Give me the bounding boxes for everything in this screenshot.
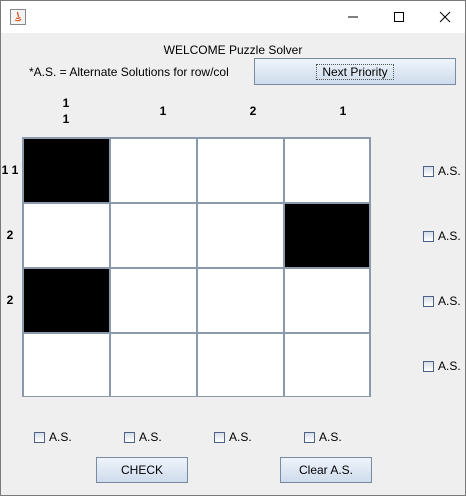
grid-cell-r1-c3[interactable] bbox=[197, 138, 284, 203]
column-clue-3: 2 bbox=[238, 103, 268, 119]
next-priority-button[interactable]: Next Priority bbox=[254, 58, 456, 85]
column-clue-1-num-2: 1 bbox=[62, 112, 70, 126]
column-clue-2-num-1: 1 bbox=[159, 104, 167, 118]
grid-cell-r1-c1[interactable] bbox=[23, 138, 110, 203]
grid-cell-r1-c2[interactable] bbox=[110, 138, 197, 203]
col-2-alt-solution-checkbox[interactable]: A.S. bbox=[124, 430, 162, 444]
checkbox-label: A.S. bbox=[229, 430, 252, 444]
row-clue-2: 2 bbox=[6, 228, 14, 242]
column-clue-4-num-1: 1 bbox=[339, 104, 347, 118]
column-clue-2: 1 bbox=[148, 103, 178, 119]
clear-button-label: Clear A.S. bbox=[298, 463, 354, 477]
checkbox-box[interactable] bbox=[423, 295, 434, 307]
grid-cell-r2-c3[interactable] bbox=[197, 203, 284, 268]
check-button[interactable]: CHECK bbox=[96, 457, 188, 483]
clear-alt-solutions-button[interactable]: Clear A.S. bbox=[280, 457, 372, 483]
row-4-alt-solution-checkbox[interactable]: A.S. bbox=[423, 359, 461, 373]
checkbox-label: A.S. bbox=[438, 359, 461, 373]
checkbox-box[interactable] bbox=[304, 431, 315, 443]
row-clue-1: 1 1 bbox=[1, 163, 19, 177]
maximize-button[interactable] bbox=[376, 1, 422, 33]
puzzle-grid bbox=[22, 137, 371, 397]
legend-text: *A.S. = Alternate Solutions for row/col bbox=[29, 65, 229, 79]
col-3-alt-solution-checkbox[interactable]: A.S. bbox=[214, 430, 252, 444]
page-title: WELCOME Puzzle Solver bbox=[163, 43, 303, 57]
grid-cell-r4-c2[interactable] bbox=[110, 333, 197, 397]
java-app-icon bbox=[10, 9, 26, 25]
checkbox-label: A.S. bbox=[49, 430, 72, 444]
row-clue-3: 2 bbox=[6, 293, 14, 307]
checkbox-box[interactable] bbox=[124, 431, 135, 443]
close-button[interactable] bbox=[422, 1, 466, 33]
next-priority-label: Next Priority bbox=[316, 63, 394, 80]
grid-cell-r2-c2[interactable] bbox=[110, 203, 197, 268]
column-clue-1: 1 1 bbox=[51, 95, 81, 127]
grid-cell-r4-c4[interactable] bbox=[284, 333, 370, 397]
checkbox-label: A.S. bbox=[139, 430, 162, 444]
checkbox-label: A.S. bbox=[438, 294, 461, 308]
column-clue-3-num-1: 2 bbox=[249, 104, 257, 118]
grid-cell-r3-c2[interactable] bbox=[110, 268, 197, 333]
checkbox-box[interactable] bbox=[423, 165, 434, 177]
row-3-alt-solution-checkbox[interactable]: A.S. bbox=[423, 294, 461, 308]
col-4-alt-solution-checkbox[interactable]: A.S. bbox=[304, 430, 342, 444]
grid-cell-r4-c3[interactable] bbox=[197, 333, 284, 397]
maximize-icon bbox=[394, 12, 404, 22]
checkbox-box[interactable] bbox=[423, 230, 434, 242]
grid-cell-r3-c1[interactable] bbox=[23, 268, 110, 333]
checkbox-label: A.S. bbox=[319, 430, 342, 444]
col-1-alt-solution-checkbox[interactable]: A.S. bbox=[34, 430, 72, 444]
checkbox-box[interactable] bbox=[214, 431, 225, 443]
checkbox-label: A.S. bbox=[438, 164, 461, 178]
grid-cell-r4-c1[interactable] bbox=[23, 333, 110, 397]
row-1-alt-solution-checkbox[interactable]: A.S. bbox=[423, 164, 461, 178]
column-clue-1-num-1: 1 bbox=[62, 96, 70, 110]
grid-cell-r3-c4[interactable] bbox=[284, 268, 370, 333]
grid-cell-r3-c3[interactable] bbox=[197, 268, 284, 333]
minimize-button[interactable] bbox=[330, 1, 376, 33]
row-2-alt-solution-checkbox[interactable]: A.S. bbox=[423, 229, 461, 243]
checkbox-box[interactable] bbox=[423, 360, 434, 372]
title-bar bbox=[1, 1, 465, 33]
check-button-label: CHECK bbox=[120, 463, 163, 477]
checkbox-box[interactable] bbox=[34, 431, 45, 443]
grid-cell-r2-c1[interactable] bbox=[23, 203, 110, 268]
checkbox-label: A.S. bbox=[438, 229, 461, 243]
grid-cell-r2-c4[interactable] bbox=[284, 203, 370, 268]
grid-cell-r1-c4[interactable] bbox=[284, 138, 370, 203]
minimize-icon bbox=[348, 16, 358, 18]
column-clue-4: 1 bbox=[328, 103, 358, 119]
close-icon bbox=[439, 11, 451, 23]
